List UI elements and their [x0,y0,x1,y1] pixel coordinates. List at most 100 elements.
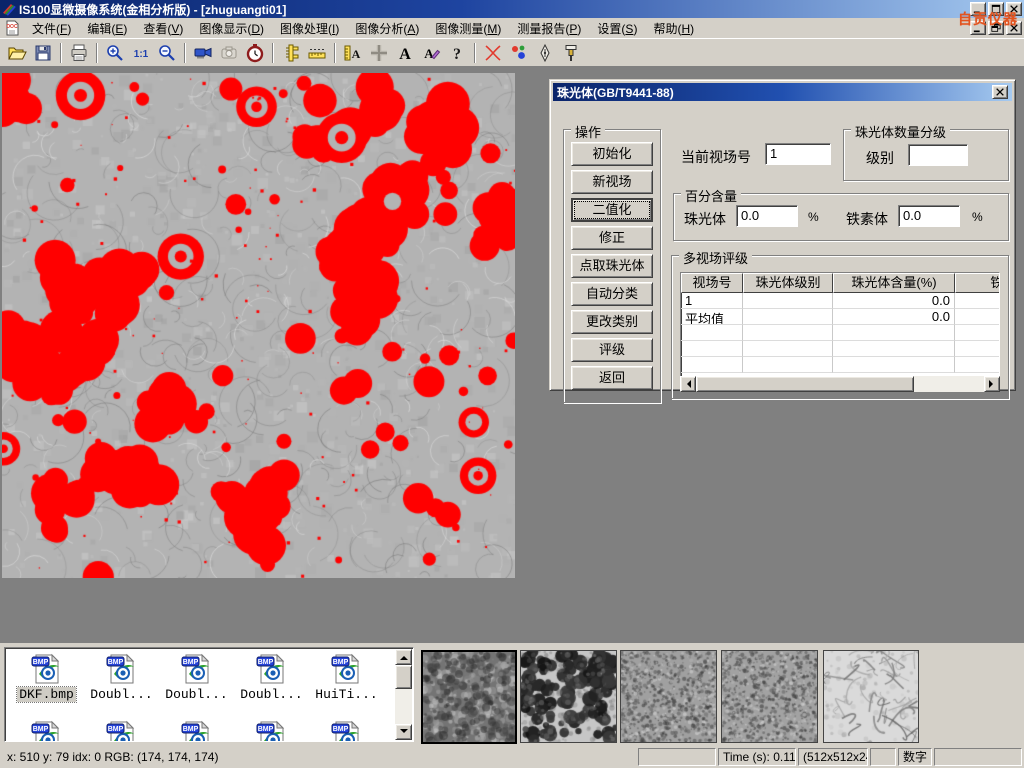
ferrite-percent-label: 铁素体 [846,209,888,229]
current-field-input[interactable]: 1 [765,143,831,165]
window-close-button[interactable] [1006,2,1022,16]
op-button-7[interactable]: 更改类别 [571,310,653,334]
column-header-4[interactable]: 铁素体含量(%) [955,273,1000,293]
table-row-5[interactable] [681,357,1000,373]
op-button-1[interactable]: 初始化 [571,142,653,166]
table-h-scrollbar[interactable] [680,376,1000,392]
child-window-close-button[interactable] [1006,21,1022,35]
grade-input[interactable] [908,144,968,166]
child-window-restore-button[interactable] [988,21,1004,35]
svg-text:BMP: BMP [107,659,123,666]
op-button-8[interactable]: 评级 [571,338,653,362]
op-button-9[interactable]: 返回 [571,366,653,390]
preview-thumbnail-5[interactable] [823,650,919,743]
text-annotate-button[interactable]: A [392,41,418,65]
file-item-2[interactable]: BMPDoubl... [84,653,159,702]
op-button-5[interactable]: 点取珠光体 [571,254,653,278]
print-button[interactable] [66,41,92,65]
file-item-3[interactable]: BMPDoubl... [159,653,234,702]
table-row-4[interactable] [681,341,1000,357]
menu-h[interactable]: 帮助(H) [645,18,702,39]
curve-measure-button[interactable] [480,41,506,65]
table-cell [743,309,833,325]
dialog-title-bar[interactable]: 珠光体(GB/T9441-88) [553,83,1012,101]
timer-button[interactable] [242,41,268,65]
file-item-clipped[interactable]: BMP [9,720,84,742]
measure-text-button[interactable]: A [340,41,366,65]
video-camera-button[interactable] [190,41,216,65]
scroll-up-button[interactable] [395,649,412,665]
bmp-file-icon: BMP [180,653,214,685]
brush-button[interactable] [558,41,584,65]
bmp-file-icon: BMP [105,653,139,685]
file-name: Doubl... [238,687,304,702]
text-style-button[interactable]: A [418,41,444,65]
pearlite-percent-input[interactable]: 0.0 [736,205,798,227]
preview-thumbnail-1[interactable] [421,650,517,744]
column-header-3[interactable]: 珠光体含量(%) [833,273,955,293]
file-item-clipped[interactable]: BMP [84,720,159,742]
save-button[interactable] [30,41,56,65]
help-button[interactable]: ? [444,41,470,65]
menu-m[interactable]: 图像测量(M) [427,18,509,39]
op-button-6[interactable]: 自动分类 [571,282,653,306]
zoom-in-button[interactable] [102,41,128,65]
column-header-2[interactable]: 珠光体级别 [743,273,833,293]
file-scroll-thumb[interactable] [395,665,412,689]
metallographic-image[interactable] [2,73,515,578]
menu-i[interactable]: 图像处理(I) [272,18,347,39]
child-window-minimize-button[interactable] [970,21,986,35]
table-cell [681,341,743,357]
file-item-1[interactable]: BMPDKF.bmp [9,653,84,702]
menu-p[interactable]: 测量报告(P) [509,18,589,39]
caliper-vertical-button[interactable] [278,41,304,65]
open-file-button[interactable] [4,41,30,65]
status-blank-3 [934,748,1022,766]
dialog-close-button[interactable] [992,85,1008,99]
table-cell [743,293,833,309]
op-button-2[interactable]: 新视场 [571,170,653,194]
op-button-3[interactable]: 二值化 [571,198,653,222]
file-name: HuiTi... [313,687,379,702]
menu-d[interactable]: 图像显示(D) [191,18,272,39]
table-cell [833,357,955,373]
menu-e[interactable]: 编辑(E) [79,18,135,39]
table-row-2[interactable]: 平均值0.0 [681,309,1000,325]
menu-a[interactable]: 图像分析(A) [347,18,427,39]
menu-s[interactable]: 设置(S) [589,18,645,39]
particle-analysis-button[interactable] [506,41,532,65]
file-item-5[interactable]: BMPHuiTi... [309,653,384,702]
menu-f[interactable]: 文件(F) [24,18,79,39]
table-row-3[interactable] [681,325,1000,341]
file-item-clipped[interactable]: BMP [159,720,234,742]
file-item-clipped[interactable]: BMP [309,720,384,742]
scroll-down-button[interactable] [395,724,412,740]
window-maximize-button[interactable] [988,2,1004,16]
ferrite-percent-input[interactable]: 0.0 [898,205,960,227]
scroll-thumb[interactable] [696,376,914,392]
preview-thumbnail-2[interactable] [520,650,617,743]
pen-button[interactable] [532,41,558,65]
rating-table[interactable]: 视场号珠光体级别珠光体含量(%)铁素体含量(%) 10.0平均值0.0 [680,272,1000,390]
table-row-1[interactable]: 10.0 [681,293,1000,309]
menu-v[interactable]: 查看(V) [135,18,191,39]
scroll-left-button[interactable] [680,376,696,392]
table-cell [955,357,1000,373]
file-item-4[interactable]: BMPDoubl... [234,653,309,702]
ruler-horizontal-button[interactable] [304,41,330,65]
still-camera-button[interactable] [216,41,242,65]
preview-thumbnail-4[interactable] [721,650,818,743]
file-item-clipped[interactable]: BMP [234,720,309,742]
file-v-scrollbar[interactable] [395,649,412,740]
move-cross-button[interactable] [366,41,392,65]
column-header-1[interactable]: 视场号 [681,273,743,293]
window-minimize-button[interactable] [970,2,986,16]
op-button-4[interactable]: 修正 [571,226,653,250]
svg-text:BMP: BMP [107,726,123,733]
window-title: IS100显微摄像系统(金相分析版) - [zhuguangti01] [19,1,286,18]
zoom-out-button[interactable] [154,41,180,65]
preview-thumbnail-3[interactable] [620,650,717,743]
table-cell [743,325,833,341]
actual-size-button[interactable]: 1:1 [128,41,154,65]
scroll-right-button[interactable] [984,376,1000,392]
